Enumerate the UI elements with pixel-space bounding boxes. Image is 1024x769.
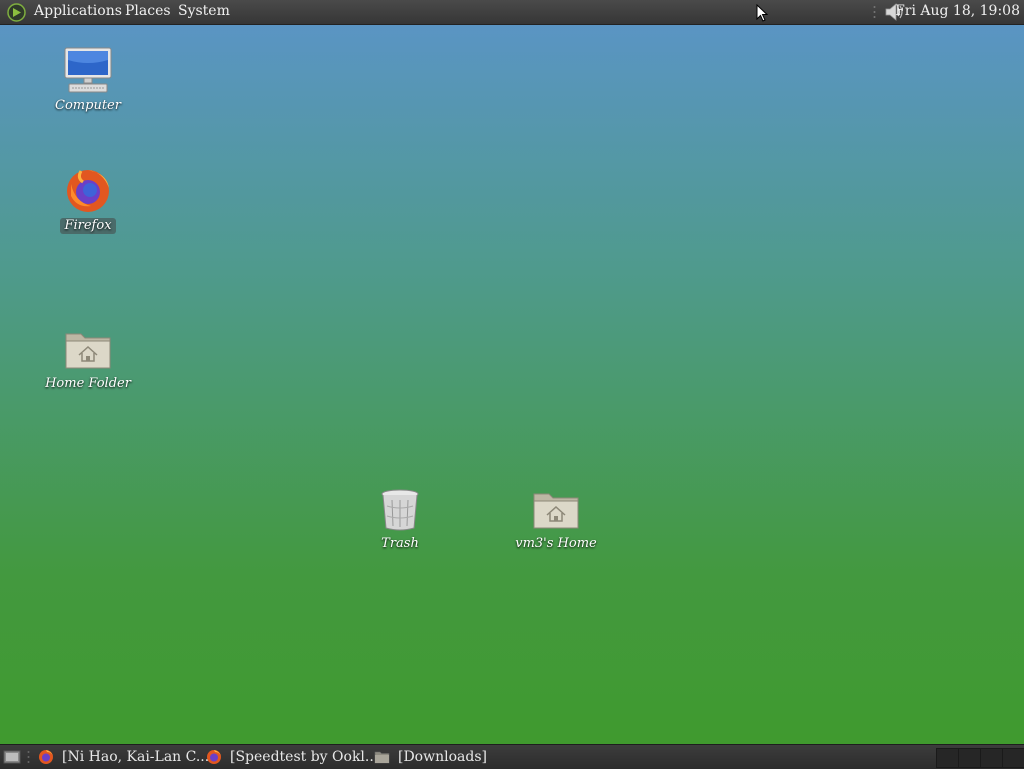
firefox-icon (67, 170, 109, 212)
workspace-switcher-1[interactable] (936, 748, 959, 768)
desktop-icon-home-folder[interactable]: Home Folder (33, 328, 143, 392)
desktop-icon-label: Home Folder (45, 376, 131, 391)
home-folder-icon (533, 493, 579, 529)
desktop-icon-label: Trash (381, 536, 419, 551)
desktop-icon-trash[interactable]: Trash (345, 488, 455, 552)
taskbar-item-label: [Downloads] (398, 749, 487, 765)
workspace-switcher-4[interactable] (1002, 748, 1024, 768)
home-folder-icon (65, 333, 111, 369)
menu-places[interactable]: Places (125, 3, 171, 19)
firefox-icon (207, 750, 221, 764)
mouse-cursor-icon (756, 4, 768, 22)
desktop-icon-label: vm3's Home (515, 536, 597, 551)
desktop-icon-label: Computer (55, 98, 121, 113)
taskbar-item-label: [Ni Hao, Kai-Lan C... (62, 749, 210, 765)
menu-applications[interactable]: Applications (34, 3, 122, 19)
panel-clock[interactable]: Fri Aug 18, 19:08 (895, 3, 1020, 19)
taskbar-item[interactable]: [Downloads] (374, 745, 487, 769)
show-desktop-icon[interactable] (3, 749, 21, 765)
folder-icon (374, 751, 390, 764)
workspace-switcher-3[interactable] (980, 748, 1003, 768)
menu-system[interactable]: System (178, 3, 230, 19)
desktop-background[interactable] (0, 0, 1024, 768)
bottom-panel: [Ni Hao, Kai-Lan C... [Speedtest by Ookl… (0, 744, 1024, 769)
top-panel: Applications Places System Fri Aug 18, 1… (0, 0, 1024, 25)
desktop-icon-firefox[interactable]: Firefox (33, 166, 143, 234)
desktop-icon-vm3-home[interactable]: vm3's Home (501, 488, 611, 552)
workspace-switcher-2[interactable] (958, 748, 981, 768)
computer-icon (64, 47, 112, 93)
trash-icon (381, 489, 419, 531)
desktop-icon-label: Firefox (60, 218, 116, 234)
taskbar-item[interactable]: [Ni Hao, Kai-Lan C... (38, 745, 209, 769)
taskbar-item[interactable]: [Speedtest by Ookl... (206, 745, 378, 769)
firefox-icon (39, 750, 53, 764)
panel-separator-handle (873, 6, 876, 18)
desktop-icon-computer[interactable]: Computer (33, 46, 143, 114)
taskbar-item-label: [Speedtest by Ookl... (230, 749, 379, 765)
distro-logo-icon[interactable] (7, 3, 26, 22)
panel-separator-handle (27, 751, 30, 763)
